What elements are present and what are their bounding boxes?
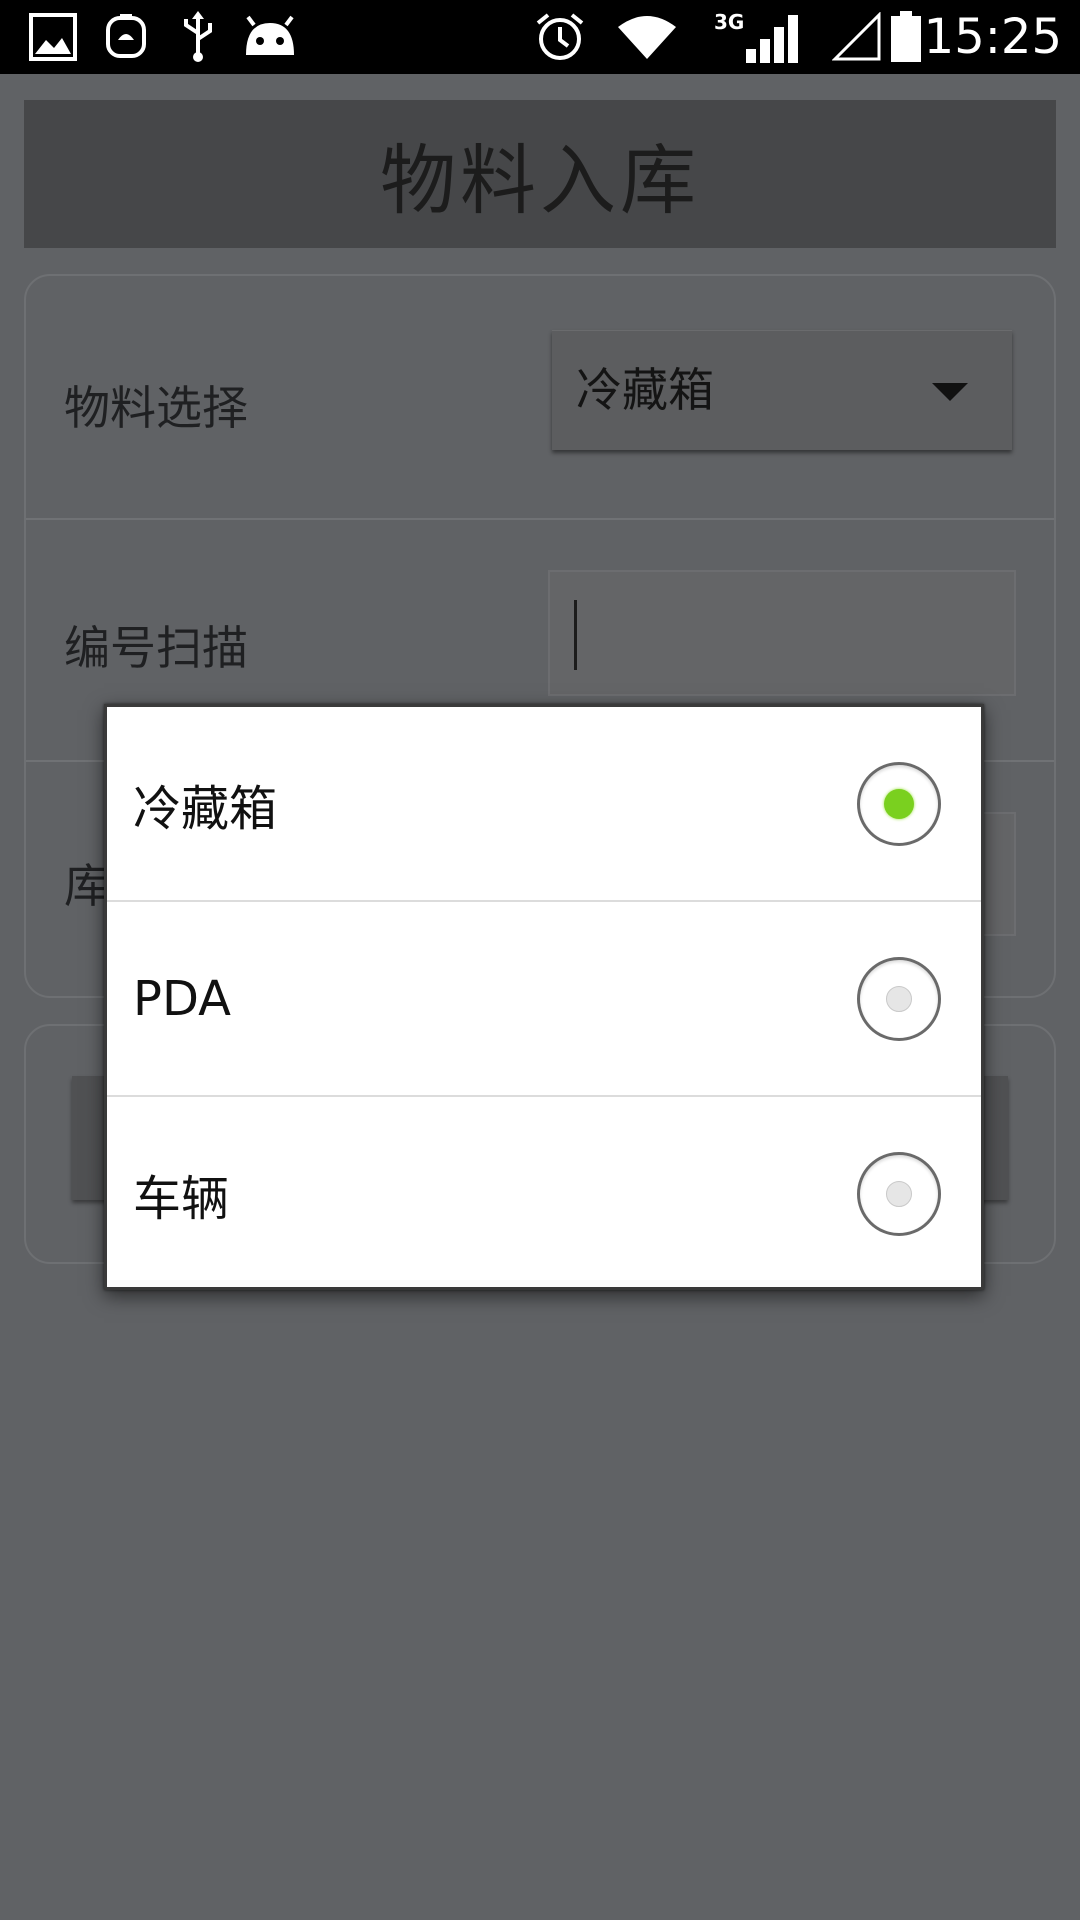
status-bar: 3G 15:25 <box>0 0 1080 74</box>
material-spinner[interactable]: 冷藏箱 <box>552 330 1012 450</box>
option-label: 冷藏箱 <box>133 780 278 837</box>
radio-dot <box>886 985 912 1012</box>
radio-selected-icon[interactable] <box>857 761 941 846</box>
dialog-option[interactable]: 车辆 <box>107 1097 981 1290</box>
dialog-option[interactable]: 冷藏箱 <box>107 707 981 900</box>
material-row: 物料选择 冷藏箱 <box>26 276 1054 518</box>
option-label: PDA <box>133 970 231 1027</box>
usb-icon <box>180 0 216 74</box>
screen: 3G 15:25 物料入库 物料选择 冷藏箱 编号扫描 库 冷藏箱 PDA 车辆 <box>0 0 1080 1920</box>
text-cursor <box>574 600 577 670</box>
material-select-dialog: 冷藏箱 PDA 车辆 <box>104 704 984 1290</box>
radio-dot <box>886 1180 912 1207</box>
signal-empty-icon <box>832 0 882 74</box>
wifi-icon <box>616 0 678 74</box>
dialog-option[interactable]: PDA <box>107 902 981 1095</box>
signal-icon: 3G <box>714 0 798 74</box>
page-title: 物料入库 <box>380 136 700 225</box>
alarm-icon <box>534 0 586 74</box>
dropdown-arrow-icon <box>932 383 968 401</box>
android-icon <box>242 0 298 74</box>
gallery-icon <box>28 0 78 74</box>
status-time: 15:25 <box>923 9 1062 65</box>
radio-unselected-icon[interactable] <box>857 1151 941 1236</box>
svg-text:3G: 3G <box>714 10 744 34</box>
scan-input[interactable] <box>548 570 1016 696</box>
material-spinner-value: 冷藏箱 <box>576 363 714 417</box>
option-label: 车辆 <box>133 1170 230 1227</box>
material-label: 物料选择 <box>64 381 248 435</box>
radio-unselected-icon[interactable] <box>857 956 941 1041</box>
radio-dot <box>884 788 914 819</box>
huawei-icon <box>104 0 148 74</box>
title-bar: 物料入库 <box>24 100 1056 248</box>
battery-icon <box>890 0 922 74</box>
scan-label: 编号扫描 <box>64 621 248 675</box>
